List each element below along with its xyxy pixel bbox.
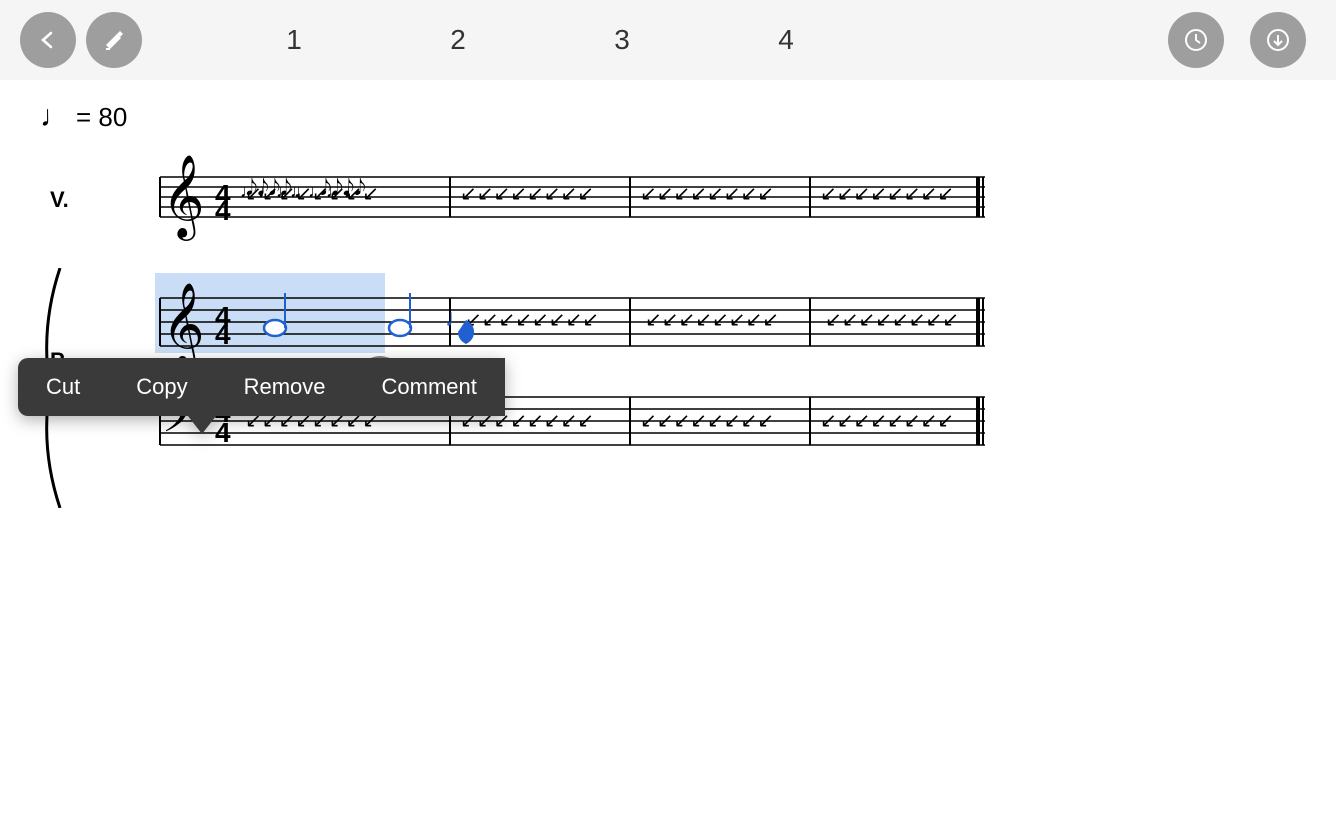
right-icons	[1168, 12, 1316, 68]
svg-text:𝄞: 𝄞	[162, 155, 205, 241]
beat-numbers: 1 2 3 4	[152, 24, 1168, 56]
svg-text:4: 4	[215, 319, 231, 350]
svg-text:𝄞: 𝄞	[162, 283, 205, 369]
score-area: ♩ = 80 V. 𝄞 4 4 ♩♩♩♩ ♩♩♩♩	[0, 80, 1336, 840]
tempo-marking: ♩ = 80	[40, 100, 1296, 134]
blue-drop	[455, 318, 477, 351]
svg-text:↙↙↙↙↙↙↙↙: ↙↙↙↙↙↙↙↙	[465, 309, 599, 331]
beat-2: 2	[450, 24, 466, 56]
svg-text:↙↙↙↙↙↙↙↙: ↙↙↙↙↙↙↙↙	[640, 183, 774, 205]
svg-text:↙↙↙↙↙↙↙↙: ↙↙↙↙↙↙↙↙	[245, 183, 379, 205]
svg-text:4: 4	[215, 195, 231, 226]
beat-3: 3	[614, 24, 630, 56]
tempo-note-icon: ♩	[40, 100, 70, 134]
violin-staff: 𝄞 4 4 ♩♩♩♩ ♩♩♩♩ 𝅘𝅥𝅮𝅘𝅥𝅮𝅘𝅥𝅮𝅘𝅥𝅮 𝅘𝅥𝅮𝅘𝅥𝅮𝅘𝅥𝅮𝅘𝅥…	[90, 152, 990, 252]
beat-1: 1	[286, 24, 302, 56]
context-menu-arrow	[188, 416, 216, 434]
remove-button[interactable]: Remove	[216, 358, 354, 416]
violin-label: V.	[50, 187, 69, 213]
svg-text:↙↙↙↙↙↙↙↙: ↙↙↙↙↙↙↙↙	[825, 309, 959, 331]
svg-text:↙↙↙↙↙↙↙↙: ↙↙↙↙↙↙↙↙	[645, 309, 779, 331]
cut-button[interactable]: Cut	[18, 358, 108, 416]
tempo-value: = 80	[76, 102, 127, 133]
top-bar: 1 2 3 4	[0, 0, 1336, 80]
svg-text:↙↙↙↙↙↙↙↙: ↙↙↙↙↙↙↙↙	[640, 410, 774, 432]
context-menu: Cut Copy Remove Comment	[18, 358, 505, 416]
svg-text:4: 4	[215, 417, 231, 448]
svg-text:↙↙↙↙↙↙↙↙: ↙↙↙↙↙↙↙↙	[820, 183, 954, 205]
edit-button[interactable]	[86, 12, 142, 68]
comment-button[interactable]: Comment	[354, 358, 505, 416]
violin-staff-container: V. 𝄞 4 4 ♩♩♩♩ ♩♩♩♩ 𝅘	[90, 152, 1296, 252]
history-button[interactable]	[1168, 12, 1224, 68]
svg-text:↙↙↙↙↙↙↙↙: ↙↙↙↙↙↙↙↙	[460, 183, 594, 205]
back-button[interactable]	[20, 12, 76, 68]
beat-4: 4	[778, 24, 794, 56]
copy-button[interactable]: Copy	[108, 358, 215, 416]
svg-text:↙↙↙↙↙↙↙↙: ↙↙↙↙↙↙↙↙	[820, 410, 954, 432]
download-button[interactable]	[1250, 12, 1306, 68]
